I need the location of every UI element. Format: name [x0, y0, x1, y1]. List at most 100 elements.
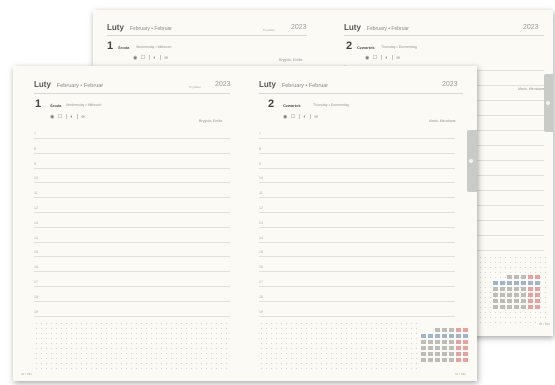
week-label: 5 tydzień	[263, 28, 276, 32]
calendar-cell	[535, 293, 540, 297]
day-alt-name: Wednesday • Mittwoch	[136, 45, 172, 49]
page-number-right: 33 / 333	[455, 372, 466, 376]
moon-icons: ◉ ☐ | ◐ | ∞	[50, 114, 86, 120]
header-rule	[34, 93, 230, 94]
hour-line[interactable]	[34, 167, 230, 169]
hour-line[interactable]	[259, 256, 455, 258]
hour-label: 7	[259, 132, 261, 136]
hour-line[interactable]	[259, 138, 455, 139]
calendar-cell	[500, 281, 505, 285]
calendar-cell	[514, 299, 519, 303]
hour-line[interactable]	[34, 212, 230, 213]
hour-line[interactable]	[259, 300, 455, 302]
hour-line[interactable]	[34, 226, 230, 228]
calendar-cell	[435, 328, 440, 332]
hour-label: 9	[259, 161, 261, 166]
calendar-cell	[428, 346, 433, 350]
month-title: Luty	[34, 80, 51, 89]
header-rule	[259, 93, 463, 94]
day-name: Środa	[118, 45, 130, 50]
hour-line[interactable]	[34, 271, 230, 273]
calendar-cell	[507, 275, 512, 279]
hour-line[interactable]	[34, 286, 230, 287]
calendar-cell	[493, 287, 498, 291]
hour-line[interactable]	[259, 286, 455, 287]
calendar-cell	[428, 352, 433, 356]
calendar-cell	[449, 334, 454, 338]
calendar-cell	[456, 340, 461, 344]
year-label: 2023	[215, 81, 231, 88]
calendar-cell	[421, 346, 426, 350]
month-tab[interactable]	[467, 130, 477, 192]
hour-line[interactable]	[34, 152, 230, 154]
hour-line[interactable]	[259, 315, 455, 317]
calendar-cell	[428, 340, 433, 344]
hour-label: 11	[259, 191, 263, 196]
calendar-cell	[521, 299, 526, 303]
calendar-cell	[463, 340, 468, 344]
calendar-cell	[463, 358, 468, 362]
calendar-cell	[463, 328, 468, 332]
day-number: 2	[346, 40, 353, 52]
calendar-cell	[421, 358, 426, 362]
calendar-cell	[500, 299, 505, 303]
calendar-cell	[449, 358, 454, 362]
calendar-cell	[493, 281, 498, 285]
hour-line[interactable]	[34, 300, 230, 302]
hour-line[interactable]	[34, 241, 230, 243]
day-number: 2	[268, 98, 275, 110]
calendar-cell	[535, 287, 540, 291]
calendar-cell	[507, 287, 512, 291]
calendar-cell	[449, 328, 454, 332]
hour-line[interactable]	[34, 182, 230, 184]
calendar-cell	[442, 346, 447, 350]
calendar-cell	[521, 275, 526, 279]
header-rule	[107, 35, 307, 36]
calendar-cell	[493, 293, 498, 297]
hour-label: 14	[34, 235, 38, 240]
hour-line[interactable]	[34, 138, 230, 139]
month-tab[interactable]	[544, 74, 553, 132]
day-alt-name: Thursday • Donnerstag	[381, 45, 417, 49]
calendar-cell	[507, 305, 512, 309]
hour-label: 18	[259, 294, 263, 299]
hour-label: 7	[34, 132, 36, 136]
calendar-cell	[428, 358, 433, 362]
hour-line[interactable]	[34, 315, 230, 317]
hour-label: 13	[259, 220, 263, 225]
calendar-cell	[528, 299, 533, 303]
hour-label: 16	[259, 265, 263, 270]
calendar-cell	[535, 299, 540, 303]
calendar-cell	[493, 305, 498, 309]
front-left-header: Luty February • Februar	[34, 80, 103, 89]
hour-label: 19	[259, 309, 263, 314]
hour-label: 12	[259, 206, 263, 210]
month-title: Luty	[259, 80, 276, 89]
hour-line[interactable]	[259, 182, 455, 184]
calendar-cell	[428, 328, 433, 332]
back-right-header: Luty February • Februar	[344, 23, 409, 32]
calendar-cell	[507, 299, 512, 303]
calendar-cell	[442, 358, 447, 362]
calendar-cell	[435, 358, 440, 362]
hour-line[interactable]	[259, 226, 455, 228]
hour-line[interactable]	[259, 271, 455, 273]
day-name: Czwartek	[357, 45, 375, 50]
hour-line[interactable]	[259, 241, 455, 243]
year-label: 2023	[523, 24, 539, 31]
day-alt-name: Wednesday • Mittwoch	[66, 103, 102, 107]
hour-line[interactable]	[259, 152, 455, 154]
hour-line[interactable]	[34, 256, 230, 258]
hour-line[interactable]	[34, 197, 230, 199]
calendar-cell	[528, 281, 533, 285]
hour-line[interactable]	[259, 167, 455, 169]
calendar-cell	[435, 352, 440, 356]
hour-line[interactable]	[259, 197, 455, 199]
hour-label: 11	[34, 191, 38, 196]
calendar-cell	[500, 293, 505, 297]
calendar-cell	[493, 275, 498, 279]
hour-label: 17	[259, 280, 263, 284]
month-title: Luty	[107, 23, 124, 32]
calendar-cell	[456, 328, 461, 332]
hour-line[interactable]	[259, 212, 455, 213]
